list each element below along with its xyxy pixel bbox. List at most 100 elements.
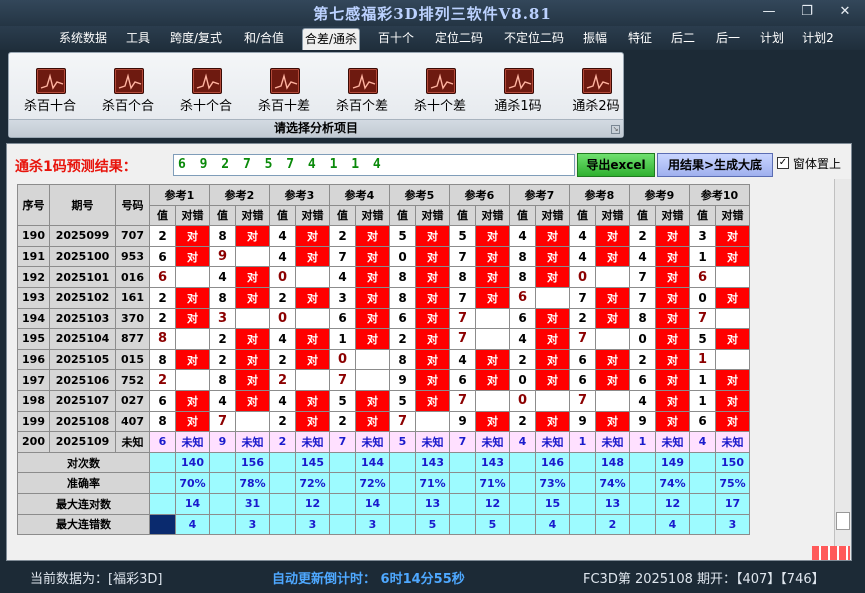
stat-value: 143 (415, 451, 450, 474)
ref-flag: 对 (535, 266, 570, 288)
value-subheader: 值 (629, 204, 656, 227)
menu-item[interactable]: 定位二码 (431, 28, 487, 50)
prediction-row[interactable]: 200 2025109 未知 6 未知 9 未知 2 未知 7 未知 5 未知 7 未知 4 未知 1 未知 1 未知 4… (17, 431, 750, 453)
row-seq: 195 (17, 328, 50, 350)
stat-spacer (509, 492, 536, 515)
stat-spacer (329, 472, 356, 494)
ribbon-button[interactable]: 杀百十差 (247, 65, 321, 127)
menu-item[interactable]: 振幅 (580, 28, 610, 50)
menu-item[interactable]: 计划 (757, 28, 787, 50)
menu-item[interactable]: 合差/通杀 (302, 28, 360, 50)
stat-spacer (449, 492, 476, 515)
ribbon-button[interactable]: 杀百个合 (91, 65, 165, 127)
ribbon-button[interactable]: 杀百十合 (13, 65, 87, 127)
menu-item[interactable]: 计划2 (800, 28, 836, 50)
table-row[interactable]: 191 2025100 953 6 对 9 4 对 7 对 0 对 7 对 8 对 4 对 4 对 1 对 (17, 245, 750, 268)
row-issue: 2025104 (49, 328, 116, 350)
row-issue: 2025106 (49, 369, 116, 391)
ribbon-button[interactable]: 杀十个差 (403, 65, 477, 127)
ref-flag: 对 (355, 307, 390, 330)
table-row[interactable]: 198 2025107 027 6 对 4 对 4 对 5 对 5 对 7 0 7 4 对 1 对 (17, 389, 750, 412)
table-row[interactable]: 192 2025101 016 6 4 对 0 4 对 8 对 8 对 8 对 0 7 对 6 (17, 266, 750, 288)
ref-flag (355, 369, 390, 391)
ref-flag: 对 (595, 245, 630, 268)
ref-flag: 对 (415, 369, 450, 391)
ref-value: 4 (569, 245, 596, 268)
row-issue: 2025099 (49, 225, 116, 247)
table-row[interactable]: 193 2025102 161 2 对 8 对 2 对 3 对 8 对 7 对 6 7 对 7 对 0 对 (17, 286, 750, 309)
ref-flag: 对 (295, 225, 330, 247)
ref-value: 5 (389, 389, 416, 412)
ribbon-button[interactable]: 杀百个差 (325, 65, 399, 127)
menu-item[interactable]: 百十个 (376, 28, 416, 50)
stat-value: 3 (715, 513, 750, 536)
ref-flag: 对 (715, 328, 750, 350)
ref-value: 4 (269, 389, 296, 412)
menu-item[interactable]: 跨度/复式 (166, 28, 226, 50)
ref-value: 8 (389, 348, 416, 371)
flag-subheader: 对错 (715, 204, 750, 227)
ref-value: 0 (269, 266, 296, 288)
stat-value: 13 (415, 492, 450, 515)
table-row[interactable]: 196 2025105 015 8 对 2 对 2 对 0 8 对 4 对 2 对 6 对 2 对 1 (17, 348, 750, 371)
table-row[interactable]: 199 2025108 407 8 对 7 2 对 2 对 7 9 对 2 对 9 对 9 对 6 对 (17, 410, 750, 433)
maximize-button[interactable]: ❐ (794, 2, 820, 22)
ref-flag: 对 (655, 410, 690, 433)
ref-flag (235, 410, 270, 433)
ref-flag: 对 (295, 286, 330, 309)
ref-value: 8 (509, 266, 536, 288)
ref-flag: 对 (475, 266, 510, 288)
ribbon-expand-icon[interactable]: ↘ (611, 125, 620, 134)
ref-flag (235, 307, 270, 330)
stat-spacer (209, 513, 236, 536)
stat-value: 31 (235, 492, 270, 515)
menu-item[interactable]: 系统数据 (55, 28, 111, 50)
close-button[interactable]: ✕ (832, 2, 858, 22)
scrollbar-thumb[interactable] (836, 512, 850, 530)
ref-value: 3 (689, 225, 716, 247)
minimize-button[interactable]: — (756, 2, 782, 22)
stat-value: 12 (295, 492, 330, 515)
table-row[interactable]: 197 2025106 752 2 8 对 2 7 9 对 6 对 0 对 6 对 6 对 1 对 (17, 369, 750, 391)
ribbon-button[interactable]: 杀十个合 (169, 65, 243, 127)
chart-icon (504, 68, 534, 94)
ref-value: 7 (629, 266, 656, 288)
export-excel-button[interactable]: 导出excel (577, 153, 655, 177)
menu-item[interactable]: 后二 (668, 28, 698, 50)
ref-flag: 对 (175, 389, 210, 412)
stat-label: 准确率 (17, 472, 150, 494)
table-row[interactable]: 190 2025099 707 2 对 8 对 4 对 2 对 5 对 5 对 4 对 4 对 2 对 3 对 (17, 225, 750, 247)
prediction-value-field[interactable]: 6 9 2 7 5 7 4 1 1 4 (173, 154, 575, 176)
generate-base-button[interactable]: 用结果>生成大底 (657, 153, 773, 177)
pred-flag: 未知 (715, 431, 750, 453)
ref-flag: 对 (595, 348, 630, 371)
stat-value: 14 (175, 492, 210, 515)
stat-spacer (449, 513, 476, 536)
vertical-scrollbar[interactable] (834, 179, 851, 559)
ribbon-button[interactable]: 通杀1码 (481, 65, 555, 127)
ref-value: 0 (569, 266, 596, 288)
ref-flag: 对 (715, 225, 750, 247)
table-row[interactable]: 194 2025103 370 2 对 3 0 6 对 6 对 7 6 对 2 对 8 对 7 (17, 307, 750, 330)
stat-spacer (509, 451, 536, 474)
stat-value: 4 (655, 513, 690, 536)
ref-value: 6 (509, 307, 536, 330)
menu-item[interactable]: 和/合值 (240, 28, 288, 50)
menu-item[interactable]: 后一 (713, 28, 743, 50)
ref-flag (715, 348, 750, 371)
ref-value: 8 (209, 369, 236, 391)
menu-item[interactable]: 特征 (625, 28, 655, 50)
ribbon-button[interactable]: 通杀2码 (559, 65, 633, 127)
menu-item[interactable]: 工具 (124, 28, 152, 50)
table-row[interactable]: 195 2025104 877 8 2 对 4 对 1 对 2 对 7 4 对 7 0 对 5 对 (17, 328, 750, 350)
ref-value: 2 (509, 410, 536, 433)
ref-value: 6 (629, 369, 656, 391)
ref-value: 5 (389, 225, 416, 247)
chart-icon (426, 68, 456, 94)
menu-item[interactable]: 不定位二码 (500, 28, 568, 50)
ref-flag: 对 (355, 266, 390, 288)
ref-value: 2 (149, 369, 176, 391)
ontop-checkbox[interactable]: ✓ (777, 157, 789, 169)
ref-flag (595, 328, 630, 350)
ref-value: 1 (689, 389, 716, 412)
